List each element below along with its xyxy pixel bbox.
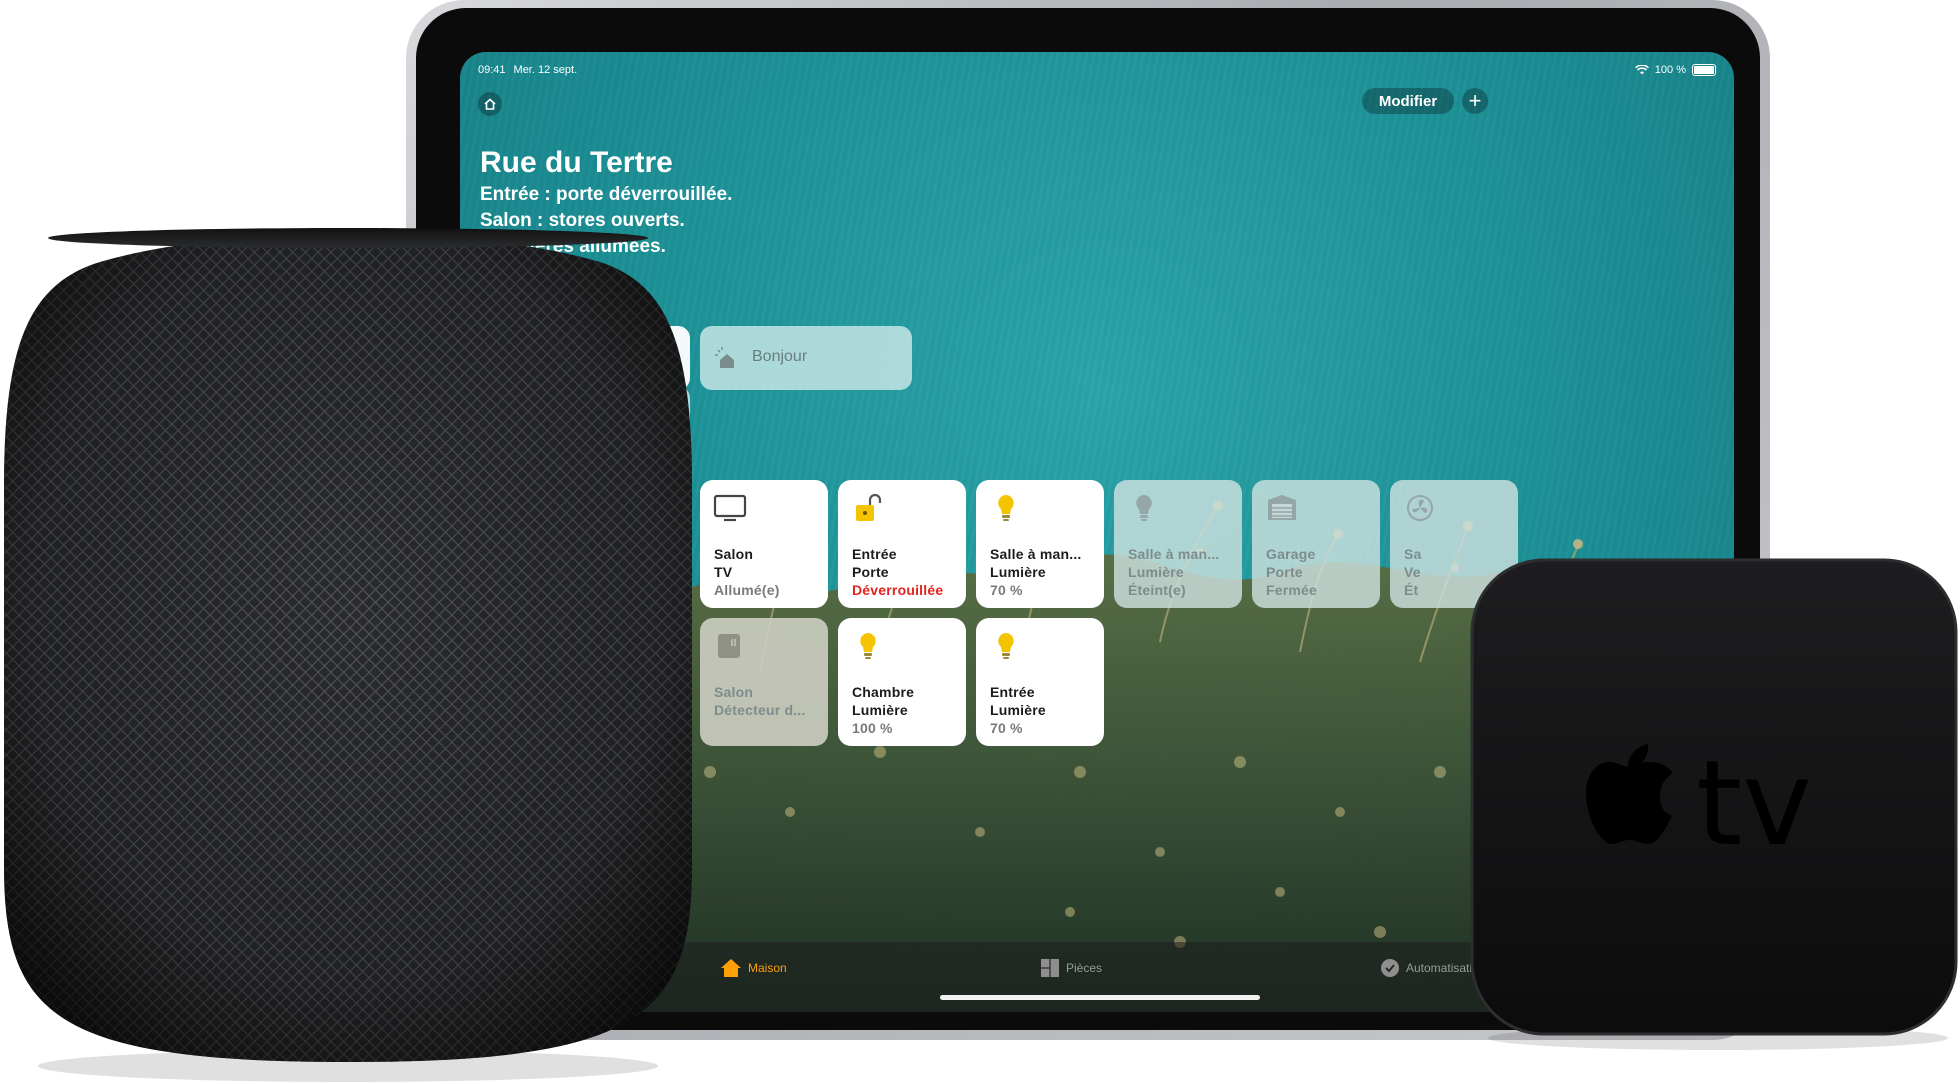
accessory-tile-salle-lumiere[interactable]: Salle à man... Lumière 70 % [976,480,1104,608]
home-title: Rue du Tertre [480,146,673,179]
house-icon [484,98,496,110]
accessory-tile-entree-porte[interactable]: Entrée Porte Déverrouillée [838,480,966,608]
homepod-speaker [4,228,692,1082]
status-bar: 09:41 Mer. 12 sept. 100 % [478,60,1716,80]
scene-label: Bonjour [752,348,808,365]
accessory-room: Garage [1266,546,1316,562]
accessory-tile-entree-lumiere[interactable]: Entrée Lumière 70 % [976,618,1104,746]
status-line: Entrée : porte déverrouillée. [480,184,733,205]
sensor-icon [718,634,740,658]
accessory-name: Lumière [990,702,1046,718]
accessory-state: 100 % [852,720,893,736]
accessory-state: Fermée [1266,582,1318,598]
accessory-room: Salon [714,684,754,700]
accessory-name: Ve [1404,564,1421,580]
modifier-button[interactable]: Modifier [1362,88,1454,114]
accessory-name: Porte [852,564,889,580]
accessory-room: Salle à man... [990,546,1082,562]
accessory-state: 70 % [990,582,1023,598]
accessory-room: Chambre [852,684,915,700]
battery-percent: 100 % [1654,64,1686,76]
accessory-room: Sa [1404,546,1422,562]
accessory-state: Ét [1404,582,1419,598]
accessory-tile-garage-porte[interactable]: Garage Porte Fermée [1252,480,1380,608]
lightbulb-icon [998,633,1014,659]
tab-label: Pièces [1066,961,1103,975]
accessory-tile-salon-tv[interactable]: Salon TV Allumé(e) [700,480,828,608]
lightbulb-icon [1136,495,1152,521]
status-time: 09:41 [478,64,506,76]
accessory-tile-salle-lumiere-off[interactable]: Salle à man... Lumière Éteint(e) [1114,480,1242,608]
lightbulb-icon [998,495,1014,521]
fan-icon [1407,495,1433,521]
accessory-room: Salle à man... [1128,546,1220,562]
add-accessory-button[interactable]: + [1462,88,1488,114]
apple-tv-box: tv [1470,558,1958,1050]
accessory-room: Entrée [990,684,1035,700]
battery-icon [1692,64,1716,76]
tab-pieces[interactable]: Pièces [1040,958,1102,978]
home-settings-button[interactable] [478,92,502,116]
tab-label: Maison [748,961,787,975]
wifi-icon [1634,65,1649,75]
sunrise-house-icon [715,347,734,368]
accessory-name: TV [714,564,733,580]
home-indicator[interactable] [940,995,1260,1000]
tv-logo-text: tv [1696,734,1812,872]
automation-clock-icon [1381,959,1399,977]
accessory-name: Lumière [1128,564,1184,580]
accessory-state: Éteint(e) [1128,582,1186,598]
accessory-state: Allumé(e) [714,582,780,598]
status-right: 100 % [1634,64,1716,76]
accessory-name: Détecteur d... [714,702,806,718]
accessory-name: Lumière [990,564,1046,580]
rooms-icon [1041,959,1059,977]
accessory-state: Déverrouillée [852,582,944,598]
accessory-room: Salon [714,546,754,562]
accessory-name: Lumière [852,702,908,718]
accessory-name: Porte [1266,564,1303,580]
garage-door-icon [1268,495,1296,520]
accessory-room: Entrée [852,546,897,562]
status-date: Mer. 12 sept. [513,64,578,76]
lightbulb-icon [860,633,876,659]
tv-icon [713,494,747,522]
accessory-state: 70 % [990,720,1023,736]
tab-maison[interactable]: Maison [720,958,787,978]
unlocked-lock-icon [856,493,882,521]
house-icon [721,959,741,977]
scene-tile-bonjour[interactable]: Bonjour [700,326,912,390]
accessory-tile-chambre-lumiere[interactable]: Chambre Lumière 100 % [838,618,966,746]
accessory-tile-salon-detecteur[interactable]: Salon Détecteur d... [700,618,828,746]
